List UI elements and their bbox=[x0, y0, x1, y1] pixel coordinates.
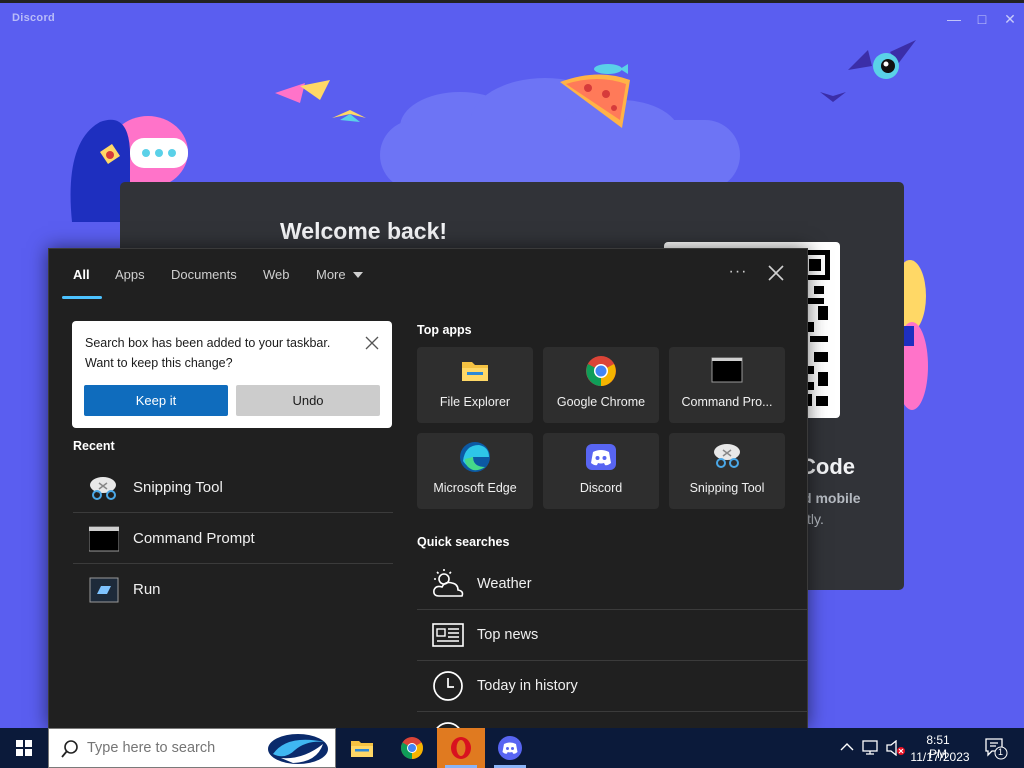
small-bat-icon bbox=[820, 92, 846, 102]
weather-icon bbox=[433, 569, 464, 597]
close-icon bbox=[365, 336, 379, 350]
recent-item-label: Command Prompt bbox=[133, 530, 255, 547]
quick-search-partial[interactable] bbox=[417, 712, 807, 728]
pizza-icon bbox=[560, 74, 630, 128]
qr-login-description-line2: tly. bbox=[807, 511, 824, 527]
taskbar-search-box[interactable] bbox=[48, 728, 336, 768]
qr-login-description: d mobile bbox=[803, 490, 861, 506]
close-icon bbox=[768, 265, 784, 281]
notice-text: Search box has been added to your taskba… bbox=[85, 336, 331, 350]
chrome-icon bbox=[401, 737, 423, 759]
notification-center-button[interactable]: 1 bbox=[984, 736, 1008, 760]
close-panel-button[interactable] bbox=[765, 262, 787, 284]
qr-login-heading: Code bbox=[800, 454, 855, 479]
search-tab-bar: All Apps Documents Web More ··· bbox=[49, 249, 807, 299]
partial-item-icon bbox=[436, 722, 460, 728]
welcome-title: Welcome back! bbox=[280, 218, 448, 244]
quick-search-label: Top news bbox=[477, 627, 539, 643]
maximize-button[interactable]: □ bbox=[968, 9, 996, 29]
recent-item-snipping-tool[interactable]: Snipping Tool bbox=[73, 463, 393, 513]
close-window-button[interactable]: ✕ bbox=[996, 9, 1024, 29]
tab-documents[interactable]: Documents bbox=[171, 267, 237, 282]
edge-icon bbox=[460, 442, 490, 472]
discord-window-title: Discord bbox=[12, 12, 56, 24]
app-label: Command Pro... bbox=[681, 395, 773, 409]
search-highlight-icon bbox=[268, 734, 328, 764]
top-app-command-prompt[interactable]: Command Pro... bbox=[669, 347, 785, 423]
tab-all[interactable]: All bbox=[73, 267, 90, 282]
active-tab-indicator bbox=[62, 296, 102, 299]
opera-icon bbox=[451, 737, 471, 759]
start-search-panel: All Apps Documents Web More ··· Search b… bbox=[48, 248, 808, 728]
top-app-microsoft-edge[interactable]: Microsoft Edge bbox=[417, 433, 533, 509]
app-label: Google Chrome bbox=[556, 395, 646, 409]
recent-item-label: Run bbox=[133, 581, 161, 598]
notice-close-button[interactable] bbox=[364, 335, 380, 351]
taskbar-search-notice: Search box has been added to your taskba… bbox=[72, 321, 392, 428]
tab-web[interactable]: Web bbox=[263, 267, 290, 282]
notification-icon bbox=[985, 738, 1008, 760]
news-icon bbox=[432, 623, 464, 647]
top-app-file-explorer[interactable]: File Explorer bbox=[417, 347, 533, 423]
undo-button[interactable]: Undo bbox=[236, 385, 380, 416]
notice-question: Want to keep this change? bbox=[85, 356, 233, 370]
discord-titlebar: Discord — □ ✕ bbox=[0, 0, 1024, 30]
search-input[interactable] bbox=[87, 729, 267, 767]
quick-search-weather[interactable]: Weather bbox=[417, 559, 807, 610]
side-character-icon bbox=[900, 260, 928, 410]
snipping-tool-icon bbox=[714, 444, 740, 468]
keep-it-button[interactable]: Keep it bbox=[84, 385, 228, 416]
system-tray: 8:51 PM 11/17/2023 1 bbox=[836, 728, 1024, 768]
search-icon bbox=[61, 740, 78, 758]
chevron-down-icon bbox=[353, 272, 364, 278]
recent-item-run[interactable]: Run bbox=[73, 565, 393, 615]
more-options-button[interactable]: ··· bbox=[725, 263, 751, 285]
recent-heading: Recent bbox=[73, 439, 115, 453]
file-explorer-icon bbox=[351, 741, 373, 757]
taskbar-opera[interactable] bbox=[437, 728, 485, 768]
app-label: File Explorer bbox=[439, 395, 511, 409]
taskbar-chrome[interactable] bbox=[388, 728, 436, 768]
quick-searches-heading: Quick searches bbox=[417, 535, 510, 549]
top-app-google-chrome[interactable]: Google Chrome bbox=[543, 347, 659, 423]
taskbar-file-explorer[interactable] bbox=[338, 728, 386, 768]
app-label: Microsoft Edge bbox=[433, 481, 517, 495]
windows-logo-icon bbox=[16, 740, 32, 756]
file-explorer-icon bbox=[462, 362, 488, 381]
volume-muted-icon[interactable] bbox=[886, 740, 906, 756]
top-app-snipping-tool[interactable]: Snipping Tool bbox=[669, 433, 785, 509]
chrome-icon bbox=[586, 356, 616, 386]
snipping-tool-icon bbox=[90, 477, 116, 500]
discord-icon bbox=[498, 736, 522, 760]
discord-icon bbox=[586, 444, 616, 470]
recent-item-label: Snipping Tool bbox=[133, 479, 223, 496]
quick-search-top-news[interactable]: Top news bbox=[417, 610, 807, 661]
tab-apps[interactable]: Apps bbox=[115, 267, 145, 282]
chevron-up-icon[interactable] bbox=[840, 742, 854, 752]
tab-more[interactable]: More bbox=[316, 267, 364, 282]
app-label: Discord bbox=[579, 481, 623, 495]
taskbar: 8:51 PM 11/17/2023 1 bbox=[0, 728, 1024, 768]
network-icon[interactable] bbox=[862, 740, 880, 756]
clock-date[interactable]: 11/17/2023 bbox=[908, 750, 972, 764]
notification-count: 1 bbox=[998, 747, 1004, 757]
quick-search-label: Weather bbox=[477, 576, 532, 592]
start-button[interactable] bbox=[0, 728, 48, 768]
bat-creature-icon bbox=[848, 40, 916, 79]
run-icon bbox=[89, 577, 119, 603]
taskbar-discord[interactable] bbox=[486, 728, 534, 768]
app-label: Snipping Tool bbox=[689, 481, 765, 495]
clock-icon bbox=[433, 671, 463, 701]
command-prompt-icon bbox=[711, 357, 743, 383]
top-app-discord[interactable]: Discord bbox=[543, 433, 659, 509]
quick-search-label: Today in history bbox=[477, 678, 578, 694]
minimize-button[interactable]: — bbox=[940, 9, 968, 29]
command-prompt-icon bbox=[89, 526, 119, 552]
tab-more-label: More bbox=[316, 267, 346, 282]
quick-search-today-in-history[interactable]: Today in history bbox=[417, 661, 807, 712]
fish-icon bbox=[594, 64, 628, 74]
top-apps-heading: Top apps bbox=[417, 323, 472, 337]
small-bird-icon bbox=[332, 110, 366, 122]
recent-item-command-prompt[interactable]: Command Prompt bbox=[73, 514, 393, 564]
